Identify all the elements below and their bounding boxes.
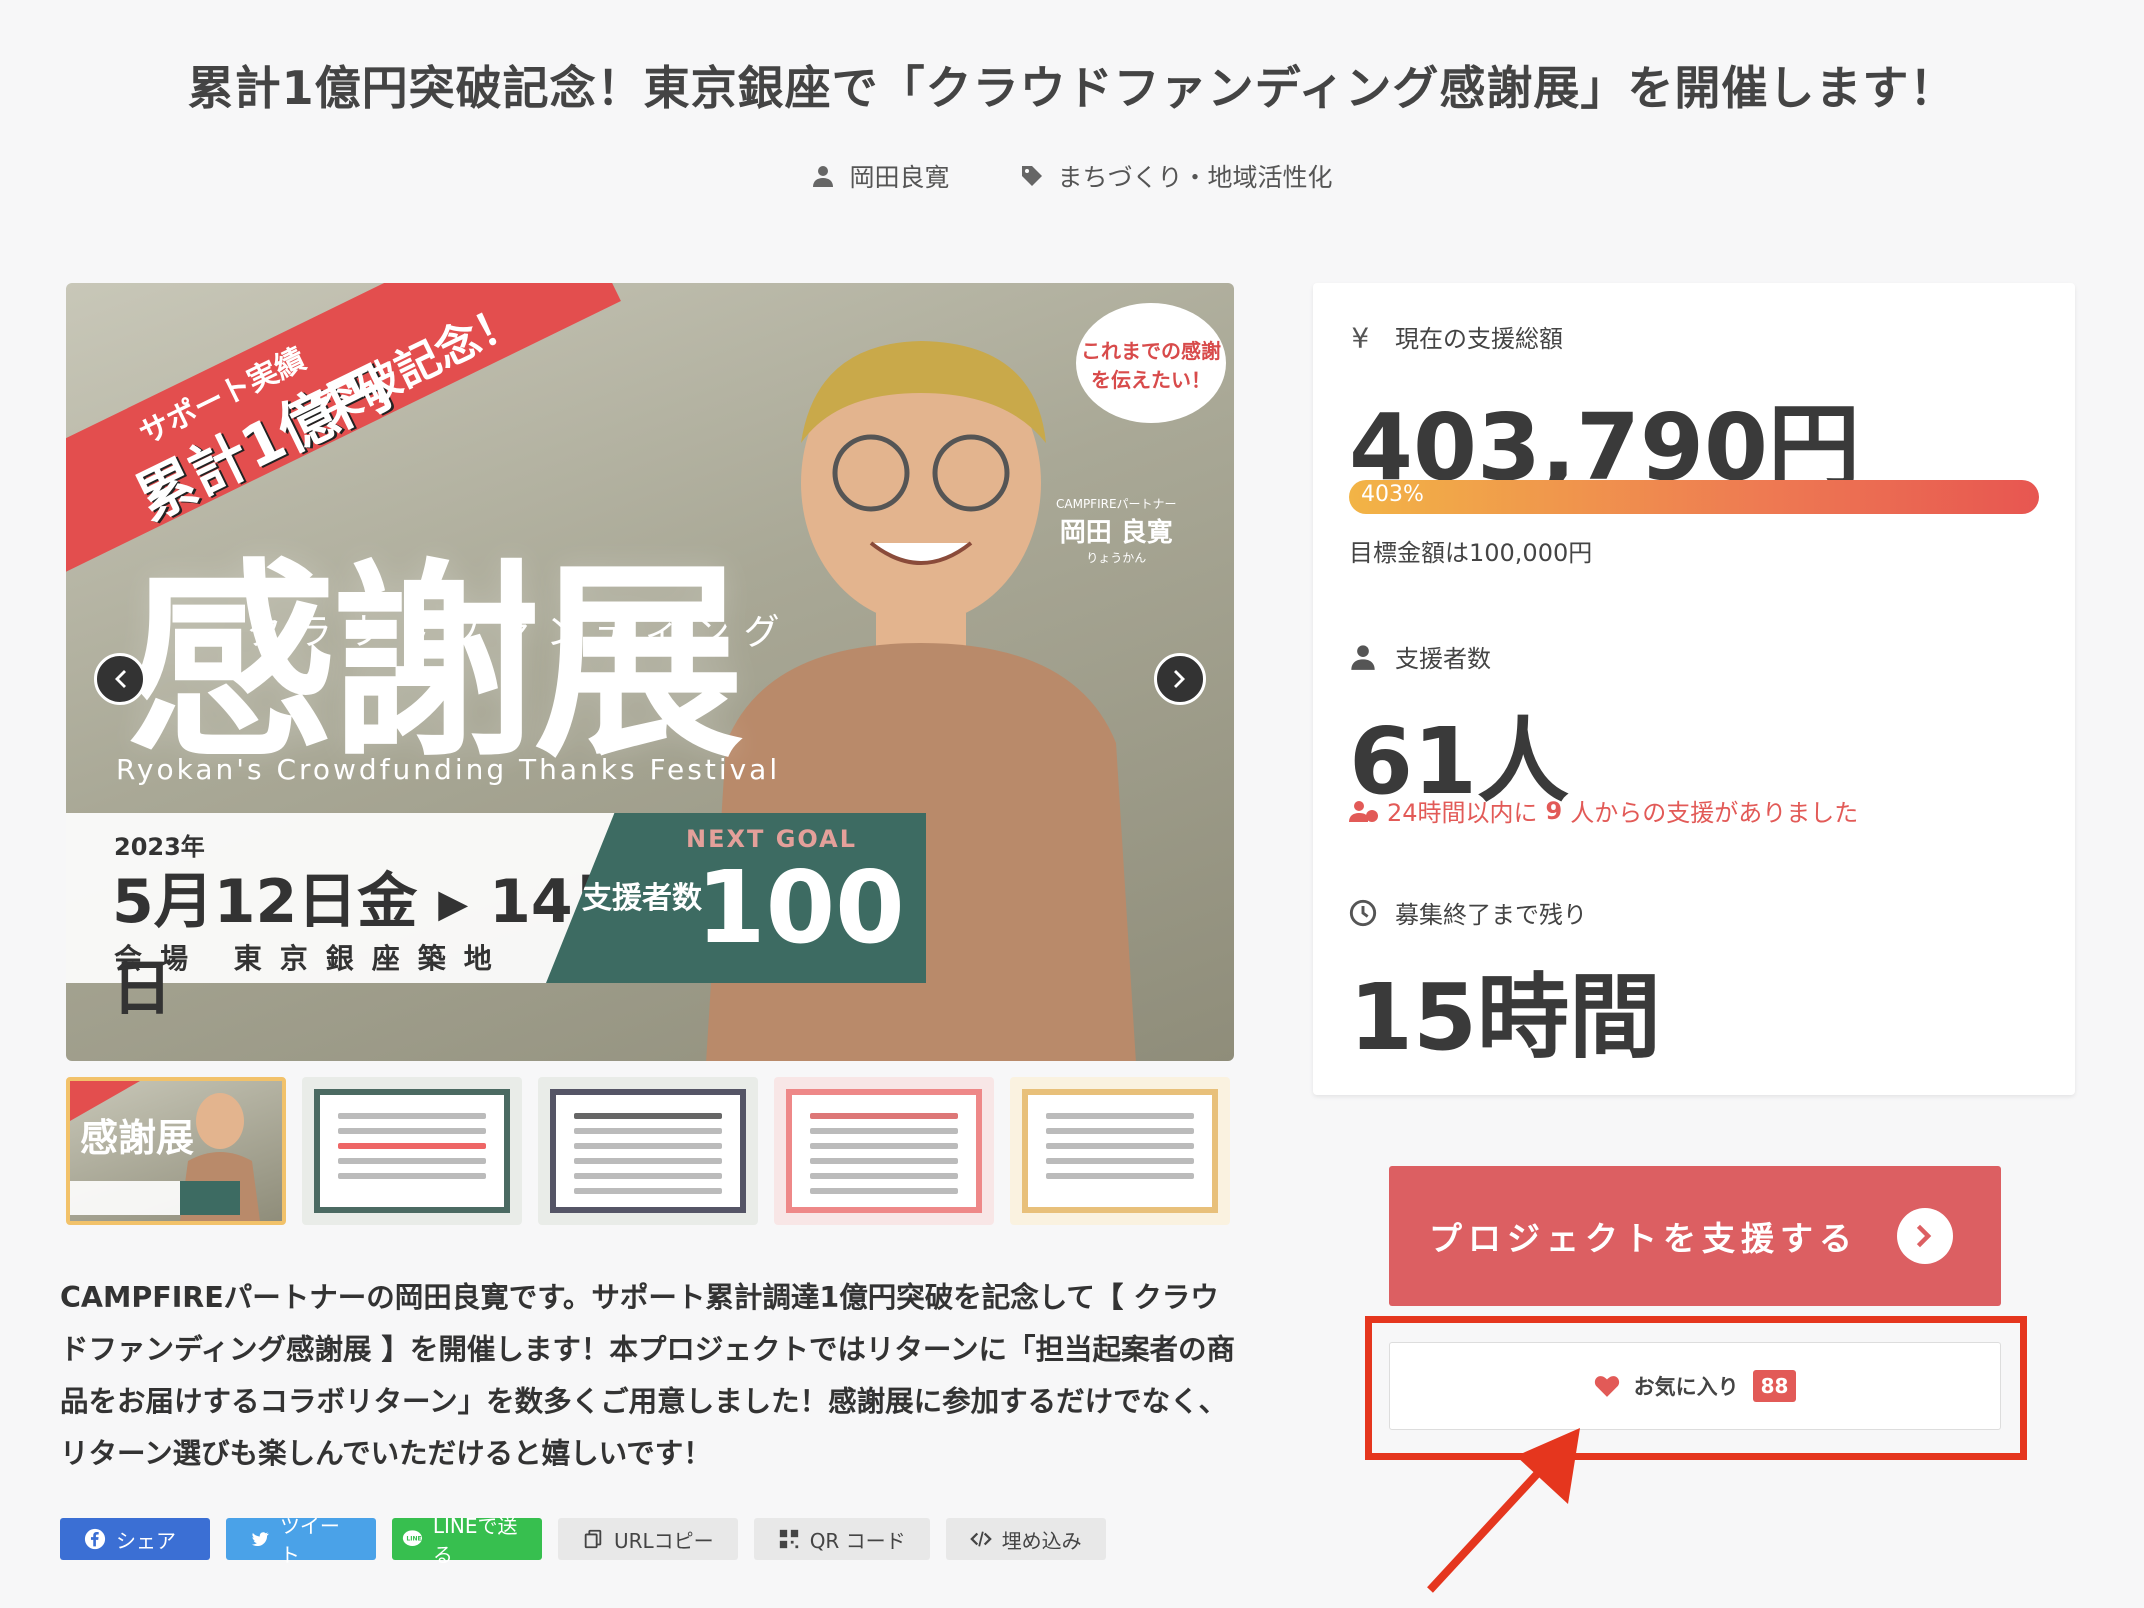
- progress-percent: 403%: [1361, 482, 1424, 507]
- project-description: CAMPFIREパートナーの岡田良寛です。サポート累計調達1億円突破を記念して【…: [60, 1281, 1236, 1470]
- hero-english-title: Ryokan's Crowdfunding Thanks Festival: [116, 753, 781, 786]
- hero-big-title: 感謝展: [126, 539, 744, 786]
- thumbnail-strip: 感謝展: [66, 1077, 1230, 1225]
- qr-code-button[interactable]: QR コード: [753, 1518, 930, 1560]
- amount-label-row: ¥ 現在の支援総額: [1349, 319, 1563, 354]
- favorite-count-badge: 88: [1752, 1370, 1797, 1402]
- thumbnail-3[interactable]: [538, 1077, 758, 1225]
- tag-icon: [1021, 166, 1042, 186]
- page-title: 累計1億円突破記念！東京銀座で「クラウドファンディング感謝展」を開催します！: [187, 61, 1957, 115]
- thumbnail-image: 感謝展: [70, 1081, 260, 1221]
- url-copy-button[interactable]: URLコピー: [558, 1518, 738, 1560]
- line-icon: LINE: [402, 1530, 422, 1546]
- project-meta: 岡田良寛 まちづくり・地域活性化: [0, 158, 2144, 194]
- arrow-circle-icon: [1897, 1208, 1953, 1264]
- share-buttons: シェア ツイート LINE LINEで送る URLコピー QR コード 埋め込み: [60, 1514, 1106, 1567]
- chevron-right-icon: [1916, 1224, 1932, 1248]
- carousel-next-button[interactable]: [1154, 653, 1206, 705]
- chevron-left-icon: [115, 670, 126, 688]
- main-visual: サポート実績 累計1億円 突破記念！ クラウドファンディング 感謝展 Ryoka…: [66, 283, 1234, 1061]
- thumbnail-4[interactable]: [774, 1077, 994, 1225]
- goal-amount: 目標金額は100,000円: [1349, 539, 1593, 567]
- code-icon: [969, 1531, 992, 1547]
- chevron-right-icon: [1174, 670, 1185, 688]
- twitter-icon: [251, 1532, 269, 1547]
- backers-label: 支援者数: [1395, 645, 1491, 673]
- qr-code-icon: [779, 1529, 798, 1549]
- category-name: まちづくり・地域活性化: [1057, 163, 1333, 192]
- support-project-button[interactable]: プロジェクトを支援する: [1389, 1166, 2001, 1306]
- user-clock-icon: [1349, 800, 1378, 822]
- twitter-share-button[interactable]: ツイート: [226, 1514, 376, 1567]
- amount-label: 現在の支援総額: [1395, 325, 1563, 353]
- copy-icon: [584, 1529, 602, 1549]
- funding-panel: ¥ 現在の支援総額 403,790円 403% 目標金額は100,000円 支援…: [1313, 283, 2075, 1095]
- svg-text:¥: ¥: [1351, 323, 1369, 351]
- clock-icon: [1349, 899, 1377, 926]
- embed-button[interactable]: 埋め込み: [945, 1518, 1106, 1560]
- speech-bubble: これまでの感謝を伝えたい！: [1076, 303, 1226, 423]
- partner-label: CAMPFIREパートナー 岡田 良寛 りょうかん: [1056, 497, 1177, 565]
- remaining-label-row: 募集終了まで残り: [1349, 895, 1587, 930]
- carousel-prev-button[interactable]: [94, 653, 146, 705]
- remaining-label: 募集終了まで残り: [1395, 901, 1587, 929]
- recent-backers: 24時間以内に 9 人からの支援がありました: [1349, 793, 1858, 828]
- yen-icon: ¥: [1351, 323, 1369, 351]
- thumbnail-2[interactable]: [302, 1077, 522, 1225]
- remaining-time: 15時間: [1349, 964, 1662, 1071]
- user-icon: [1351, 644, 1375, 670]
- thumbnail-5[interactable]: [1010, 1077, 1230, 1225]
- backers-label-row: 支援者数: [1349, 639, 1491, 674]
- author-name: 岡田良寛: [849, 163, 950, 192]
- favorite-label: お気に入り: [1633, 1375, 1739, 1399]
- annotation-arrow: [1427, 1428, 1580, 1593]
- svg-text:LINE: LINE: [406, 1536, 421, 1543]
- category-link[interactable]: まちづくり・地域活性化: [1020, 158, 1333, 194]
- facebook-share-button[interactable]: シェア: [60, 1518, 210, 1560]
- thumbnail-1[interactable]: 感謝展: [66, 1077, 286, 1225]
- facebook-icon: [84, 1528, 106, 1550]
- line-share-button[interactable]: LINE LINEで送る: [392, 1514, 542, 1567]
- user-icon: [813, 166, 834, 187]
- author-link[interactable]: 岡田良寛: [811, 158, 950, 194]
- progress-bar: 403%: [1349, 480, 2039, 514]
- svg-text:感謝展: 感謝展: [80, 1115, 194, 1160]
- heart-icon: [1594, 1376, 1619, 1397]
